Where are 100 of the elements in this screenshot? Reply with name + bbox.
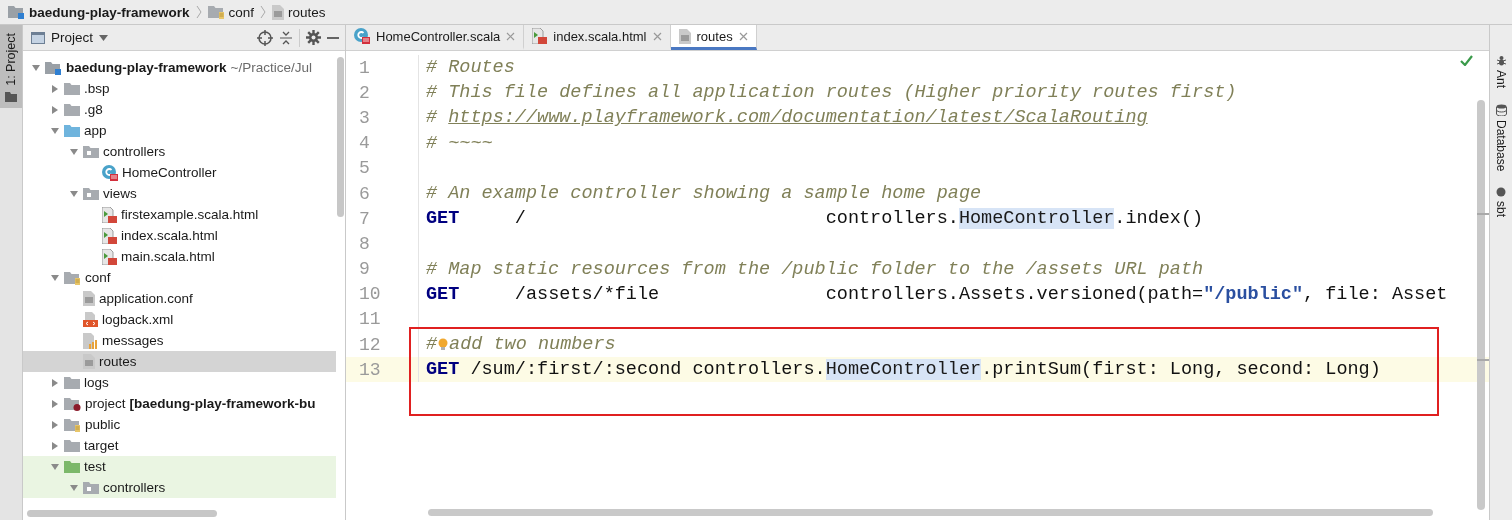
editor-tab[interactable]: routes xyxy=(670,25,757,50)
package-folder-icon xyxy=(83,187,99,200)
lightbulb-icon[interactable] xyxy=(438,338,449,352)
ant-icon xyxy=(1495,55,1507,66)
package-folder-icon xyxy=(83,145,99,158)
tree-item[interactable]: controllers xyxy=(23,141,336,162)
folder-icon xyxy=(64,82,80,95)
code-line: # https://www.playframework.com/documentation/latest/ScalaRouting xyxy=(426,107,1148,129)
resources-folder-icon xyxy=(207,5,225,19)
project-tool-tab[interactable]: 1: Project xyxy=(0,25,22,108)
crosshair-icon[interactable] xyxy=(257,29,273,46)
tree-item[interactable]: HomeController xyxy=(23,162,336,183)
text-file-icon xyxy=(83,291,95,306)
code-line: # ~~~~ xyxy=(426,132,493,154)
line-number: 5 xyxy=(346,155,419,181)
collapsed-arrow-icon[interactable] xyxy=(50,419,60,430)
code-line: GET / controllers.HomeController.index() xyxy=(426,208,1204,230)
resources-folder-icon xyxy=(64,417,81,432)
code-line: # add two numbers xyxy=(426,334,616,356)
tree-item[interactable]: public xyxy=(23,414,336,435)
line-number: 11 xyxy=(346,306,419,333)
scrollbar[interactable] xyxy=(27,510,217,517)
breadcrumb[interactable]: baedung-play-framework xyxy=(8,4,190,20)
database-icon xyxy=(1495,104,1507,116)
code-line: # An example controller showing a sample home page xyxy=(426,183,982,205)
scrollbar[interactable] xyxy=(1477,100,1485,510)
class-icon xyxy=(102,164,118,181)
close-icon[interactable] xyxy=(652,31,662,41)
text-file-icon xyxy=(272,4,285,20)
tree-item[interactable]: firstexample.scala.html xyxy=(23,204,336,225)
editor-tab[interactable]: HomeController.scala xyxy=(346,25,525,50)
resources-folder-icon xyxy=(64,270,81,285)
text-file-icon xyxy=(678,28,691,44)
chevron-icon xyxy=(260,5,267,19)
expanded-arrow-icon[interactable] xyxy=(50,461,60,472)
tree-item[interactable]: logs xyxy=(23,372,336,393)
scrollbar[interactable] xyxy=(337,57,344,217)
editor-tab[interactable]: index.scala.html xyxy=(524,25,671,50)
tree-item[interactable]: .bsp xyxy=(23,78,336,99)
tool-window-tab[interactable]: Database xyxy=(1494,104,1508,172)
scroll-marker xyxy=(1477,359,1489,361)
sbt-icon xyxy=(1496,187,1506,198)
folder-icon xyxy=(5,91,17,102)
scrollbar[interactable] xyxy=(428,509,1433,516)
template-file-icon xyxy=(532,28,548,44)
module-folder-icon xyxy=(8,5,25,19)
expanded-arrow-icon[interactable] xyxy=(50,125,60,136)
close-icon[interactable] xyxy=(506,31,516,41)
text-file-icon xyxy=(83,354,95,369)
close-icon[interactable] xyxy=(738,31,748,41)
tree-item[interactable]: messages xyxy=(23,330,336,351)
code-line: GET /assets/*file controllers.Assets.versioned(path="/public", file: Asset xyxy=(426,283,1448,305)
tree-item[interactable]: application.conf xyxy=(23,288,336,309)
tool-window-tab[interactable]: Ant xyxy=(1494,55,1508,88)
tree-item[interactable]: conf xyxy=(23,267,336,288)
caret-icon xyxy=(99,34,109,41)
tree-item[interactable]: baedung-play-framework ~/Practice/Jul xyxy=(23,57,336,78)
line-number: 8 xyxy=(346,231,419,257)
tree-item[interactable]: project [baedung-play-framework-bu xyxy=(23,393,336,414)
expanded-arrow-icon[interactable] xyxy=(69,482,79,493)
settings-icon[interactable] xyxy=(306,30,321,45)
folder-icon xyxy=(64,460,80,473)
project-view-dropdown[interactable]: Project xyxy=(31,30,109,45)
folder-icon xyxy=(64,439,80,452)
tree-item[interactable]: controllers xyxy=(23,477,336,498)
template-file-icon xyxy=(102,227,117,244)
collapse-icon[interactable] xyxy=(279,30,293,45)
line-number: 13 xyxy=(346,357,419,383)
minimize-icon[interactable] xyxy=(327,35,339,40)
folder-icon xyxy=(64,124,80,137)
collapsed-arrow-icon[interactable] xyxy=(50,377,60,388)
tree-item[interactable]: main.scala.html xyxy=(23,246,336,267)
folder-icon xyxy=(64,103,80,116)
tool-window-tab[interactable]: sbt xyxy=(1494,187,1508,218)
collapsed-arrow-icon[interactable] xyxy=(50,440,60,451)
breadcrumb[interactable]: conf xyxy=(207,4,255,20)
collapsed-arrow-icon[interactable] xyxy=(50,83,60,94)
template-file-icon xyxy=(102,248,117,265)
tree-item[interactable]: app xyxy=(23,120,336,141)
collapsed-arrow-icon[interactable] xyxy=(50,104,60,115)
expanded-arrow-icon[interactable] xyxy=(50,272,60,283)
line-number: 7 xyxy=(346,206,419,232)
package-folder-icon xyxy=(83,481,99,494)
line-number: 9 xyxy=(346,256,419,282)
tree-item[interactable]: views xyxy=(23,183,336,204)
collapsed-arrow-icon[interactable] xyxy=(50,398,60,409)
expanded-arrow-icon[interactable] xyxy=(31,62,41,73)
tree-item[interactable]: test xyxy=(23,456,336,477)
breadcrumb[interactable]: routes xyxy=(272,4,326,20)
line-number: 1 xyxy=(346,55,419,81)
scroll-marker xyxy=(1477,213,1489,215)
expanded-arrow-icon[interactable] xyxy=(69,146,79,157)
tree-item[interactable]: target xyxy=(23,435,336,456)
tree-item[interactable]: index.scala.html xyxy=(23,225,336,246)
code-line: # Routes xyxy=(426,57,515,79)
expanded-arrow-icon[interactable] xyxy=(69,188,79,199)
tree-item[interactable]: logback.xml xyxy=(23,309,336,330)
tree-item[interactable]: routes xyxy=(23,351,336,372)
tree-item[interactable]: .g8 xyxy=(23,99,336,120)
code-line: GET /sum/:first/:second controllers.HomeController.printSum(first: Long, second: Long) xyxy=(426,359,1381,381)
